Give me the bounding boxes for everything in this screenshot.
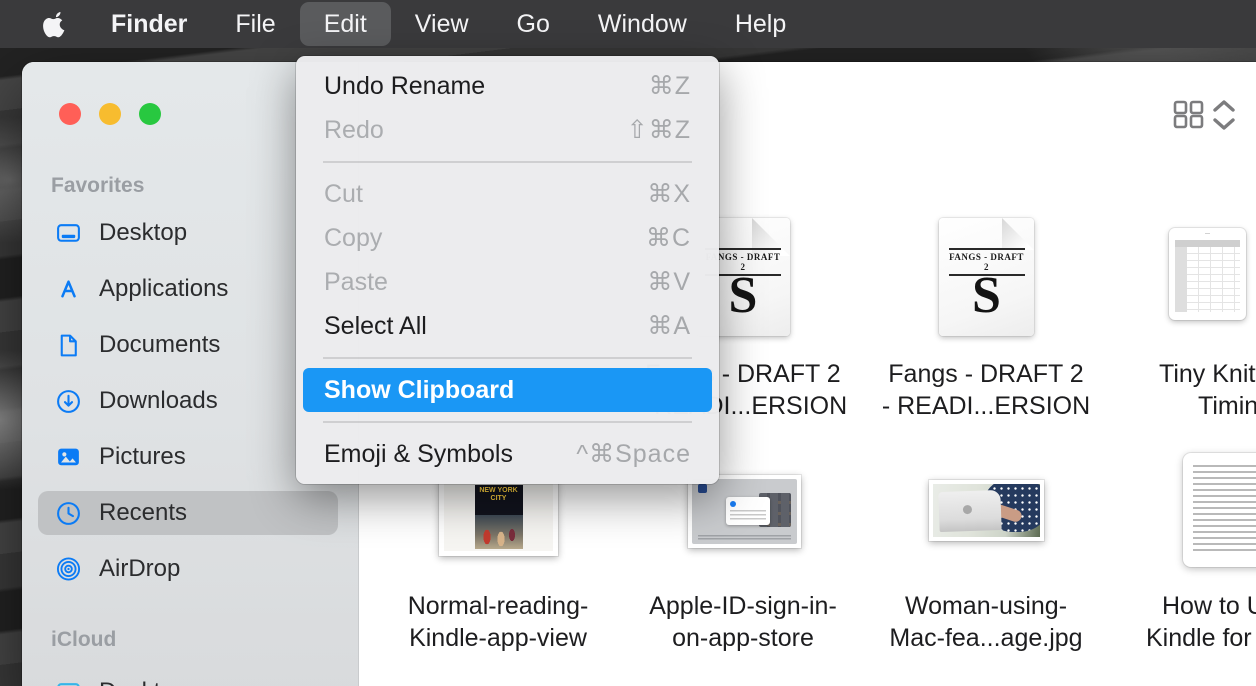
macbook: [938, 490, 1001, 532]
file-icon-appstore-screenshot[interactable]: [688, 475, 801, 548]
desktop-icon: [55, 220, 82, 247]
shortcut: ⌘V: [647, 267, 691, 297]
sidebar-item-airdrop[interactable]: AirDrop: [38, 547, 338, 591]
desktop-icon: [55, 679, 82, 686]
applications-icon: [55, 276, 82, 303]
sidebar-item-label: Downloads: [99, 387, 218, 415]
spreadsheet-title: ―: [1169, 231, 1246, 237]
airdrop-icon: [55, 556, 82, 583]
menubar-item-file[interactable]: File: [211, 2, 299, 46]
photo-content: NEW YORK CITY: [444, 483, 553, 551]
sidebar-item-label: Recents: [99, 499, 187, 527]
scrivener-logo: S: [939, 266, 1034, 325]
sidebar-item-applications[interactable]: Applications: [38, 267, 338, 311]
photo-content: [933, 484, 1040, 537]
file-icon-text-document[interactable]: [1183, 453, 1256, 567]
sidebar-item-pictures[interactable]: Pictures: [38, 435, 338, 479]
sidebar-item-label: Desktop: [99, 219, 187, 247]
file-icon-spreadsheet[interactable]: ―: [1169, 228, 1246, 320]
sidebar-item-label: Applications: [99, 275, 228, 303]
shortcut: ⌘Z: [649, 71, 691, 101]
sort-chevrons-icon[interactable]: [1211, 98, 1237, 132]
spreadsheet-grid: [1175, 240, 1240, 312]
shortcut: ⌘A: [647, 311, 691, 341]
shortcut: ⇧⌘Z: [627, 115, 691, 145]
sidebar-item-desktop[interactable]: Desktop: [38, 211, 338, 255]
book-cover-art: [475, 515, 523, 549]
close-window-button[interactable]: [59, 103, 81, 125]
menubar-item-go[interactable]: Go: [493, 2, 574, 46]
sidebar-item-downloads[interactable]: Downloads: [38, 379, 338, 423]
book-cover-title: NEW YORK CITY: [475, 487, 523, 503]
window-controls: [59, 103, 161, 125]
zoom-window-button[interactable]: [139, 103, 161, 125]
menu-item-paste: Paste ⌘V: [303, 260, 712, 304]
menubar-item-edit[interactable]: Edit: [300, 2, 391, 46]
apple-logo-icon[interactable]: [42, 11, 69, 38]
file-icon-kindle-photo[interactable]: NEW YORK CITY: [439, 478, 558, 556]
menu-separator: [323, 412, 692, 432]
pictures-icon: [55, 444, 82, 471]
file-icon-scrivener-draft2-b[interactable]: FANGS - DRAFT 2 S: [939, 218, 1034, 336]
menu-item-redo: Redo ⇧⌘Z: [303, 108, 712, 152]
shortcut: ⌘C: [646, 223, 691, 253]
shortcut: ⌘X: [647, 179, 691, 209]
file-label[interactable]: Kindle for: [1146, 622, 1252, 654]
documents-icon: [55, 332, 82, 359]
file-label[interactable]: Woman-using- Mac-fea...age.jpg: [821, 590, 1151, 654]
recents-icon: [55, 500, 82, 527]
sidebar-item-label: Documents: [99, 331, 220, 359]
text-lines: [698, 535, 791, 540]
edit-dropdown-menu: Undo Rename ⌘Z Redo ⇧⌘Z Cut ⌘X Copy ⌘C P…: [296, 56, 719, 484]
shortcut: ^⌘Space: [576, 439, 691, 469]
menu-separator: [323, 348, 692, 368]
menu-separator: [323, 152, 692, 172]
menu-item-cut: Cut ⌘X: [303, 172, 712, 216]
menubar-item-finder[interactable]: Finder: [87, 2, 211, 46]
file-label[interactable]: Fangs - DRAFT 2 - READI...ERSION: [821, 358, 1151, 422]
menu-item-undo-rename[interactable]: Undo Rename ⌘Z: [303, 64, 712, 108]
menubar-item-window[interactable]: Window: [574, 2, 711, 46]
screenshot-content: [692, 479, 797, 544]
icon-view-grid-icon[interactable]: [1173, 100, 1204, 129]
menu-bar: Finder File Edit View Go Window Help: [0, 0, 1256, 48]
sidebar-section-favorites: Favorites: [51, 174, 144, 198]
page-fold: [1002, 218, 1034, 250]
file-label[interactable]: Timing: [1198, 390, 1256, 422]
sidebar-item-recents[interactable]: Recents: [38, 491, 338, 535]
sign-in-dialog: [726, 497, 770, 525]
file-label[interactable]: Tiny Knitt: [1159, 358, 1256, 390]
menu-item-select-all[interactable]: Select All ⌘A: [303, 304, 712, 348]
menubar-item-help[interactable]: Help: [711, 2, 810, 46]
menu-item-emoji-symbols[interactable]: Emoji & Symbols ^⌘Space: [303, 432, 712, 476]
sidebar-item-label: AirDrop: [99, 555, 180, 583]
sidebar-item-label: Pictures: [99, 443, 186, 471]
sidebar-item-label: Desktop: [99, 678, 187, 686]
menu-item-copy: Copy ⌘C: [303, 216, 712, 260]
sidebar-section-icloud: iCloud: [51, 628, 116, 652]
file-label[interactable]: How to Us: [1162, 590, 1256, 622]
downloads-icon: [55, 388, 82, 415]
menu-item-show-clipboard[interactable]: Show Clipboard: [303, 368, 712, 412]
book-cover: NEW YORK CITY: [475, 485, 523, 549]
menubar-item-view[interactable]: View: [391, 2, 493, 46]
document-text-lines: [1193, 465, 1256, 555]
file-icon-woman-mac-photo[interactable]: [929, 480, 1044, 541]
sidebar-item-documents[interactable]: Documents: [38, 323, 338, 367]
app-icon: [698, 484, 707, 493]
minimize-window-button[interactable]: [99, 103, 121, 125]
sidebar-item-icloud-desktop[interactable]: Desktop: [38, 670, 338, 686]
